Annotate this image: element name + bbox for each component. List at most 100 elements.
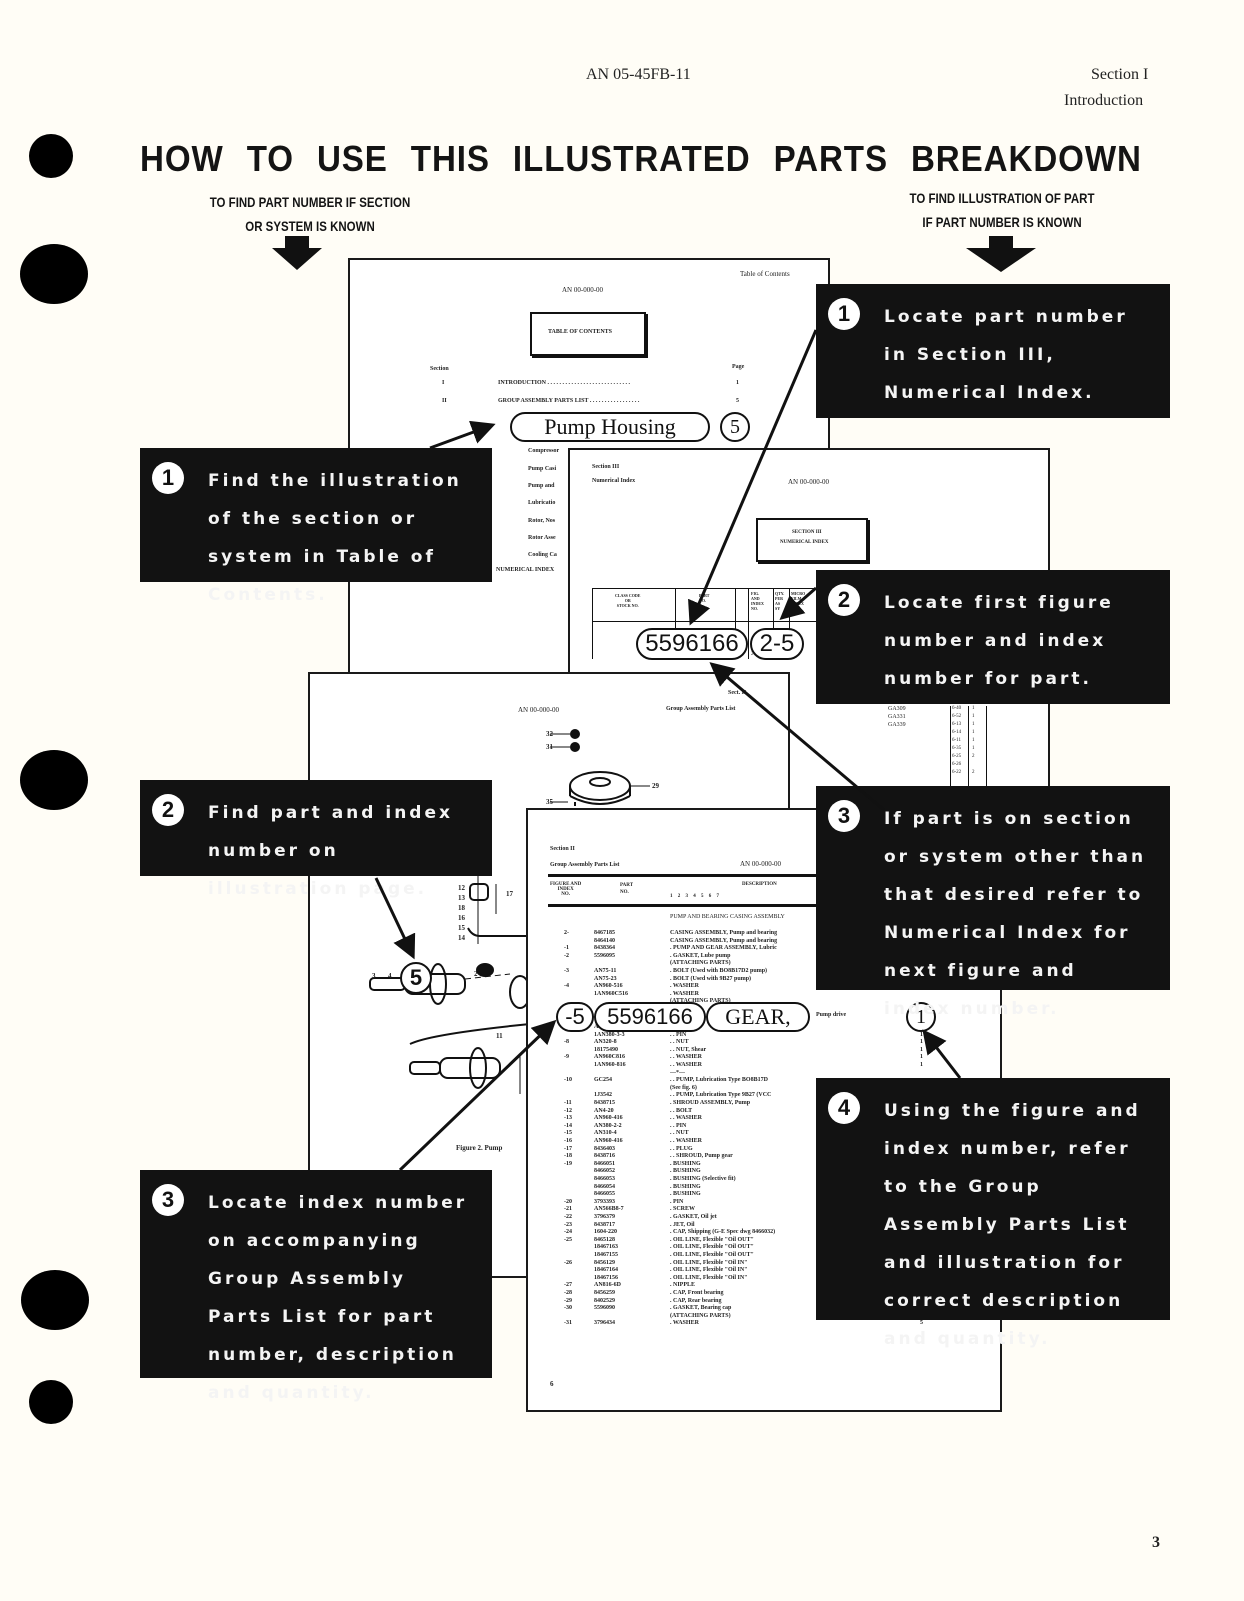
toc-entry-title[interactable]: INTRODUCTION [498,380,546,386]
row-index: -28 [564,1290,572,1296]
part-label: 35 [546,798,553,806]
row-part-number: 3796379 [594,1214,615,1220]
index-qty: 1 [972,738,975,743]
row-quantity: 1 [920,1031,923,1038]
row-description: . . WASHER [670,1138,702,1144]
row-description: . NIPPLE [670,1282,696,1289]
row-description: . . PLUG [670,1145,693,1152]
index-fig: 6-13 [952,722,962,727]
highlight-pump-housing[interactable]: Pump Housing [510,412,710,442]
row-part-number: 8438715 [594,1100,615,1106]
row-part-number: 18175490 [594,1046,618,1053]
index-part: GA331 [888,714,906,720]
row-description: . OIL LINE, Flexible "Oil OUT" [670,1244,754,1251]
col-class: CLASS CODE OR STOCK NO. [615,593,641,608]
row-part-number: 18467156 [594,1274,618,1281]
row-part-number: 1AN960C516 [594,990,628,997]
row-index: -19 [564,1160,572,1167]
row-part-number: 8464140 [594,937,615,944]
row-description: . OIL LINE, Flexible "Oil IN" [670,1267,748,1274]
row-part-number: 18467155 [594,1252,618,1258]
part-label: 11 [496,1032,503,1040]
col-micro: MICRO FILM INDEX [791,591,806,606]
row-part-number: 8466054 [594,1183,615,1190]
index-title-line: SECTION III [792,530,822,535]
row-description: . . PIN [670,1031,687,1038]
left-heading: TO FIND PART NUMBER IF SECTION OR SYSTEM… [203,190,416,238]
row-quantity: 1 [920,1046,923,1053]
toc-sub-entry: Lubricatio [528,500,556,506]
index-part: GA309 [888,706,906,712]
row-index: -8 [564,1039,569,1046]
row-description: . BOLT (Used with BO8B17D2 pump) [670,968,768,974]
row-index: -9 [564,1054,569,1061]
toc-entry-title[interactable]: GROUP ASSEMBLY PARTS LIST [498,398,588,404]
right-step-1: 1 Locate part number in Section III, Num… [816,284,1170,418]
row-description: . . NUT, Shear [670,1046,707,1053]
row-description: CASING ASSEMBLY, Pump and bearing [670,937,778,944]
punch-hole [29,134,73,178]
row-quantity: 1 [920,1062,923,1068]
toc-col-section: Section [430,366,449,372]
row-description: . CAP, Front bearing [670,1290,724,1296]
index-fig: 6-11 [952,738,961,743]
part-label: 14 [458,934,465,942]
page-number: 3 [1152,1534,1160,1551]
row-description: . WASHER [670,990,699,997]
row-part-number: 1J3542 [594,1092,612,1099]
step-number-badge: 4 [828,1092,860,1124]
row-part-number: AN960-416 [594,1138,623,1144]
index-doc-number: AN 00-000-00 [788,478,830,486]
part-label: 15 [458,924,465,932]
index-fig: 6-14 [952,730,962,735]
section-title: Introduction [1064,92,1144,109]
row-description: . BUSHING (Selective fit) [670,1176,736,1182]
index-fig: 6-52 [952,714,962,719]
step-text: Find part and index number on illustrati… [208,803,453,899]
part-label: 4 [388,972,392,980]
punch-hole [20,244,88,304]
row-part-number: 8466053 [594,1176,615,1182]
highlight-index-fig-number[interactable]: 2-5 [750,628,804,660]
toc-entry-link[interactable]: GROUP ASSEMBLY PARTS LIST . . . . . . . … [498,398,639,404]
row-part-number: 1AN960-816 [594,1062,626,1068]
row-description: . . PUMP, Lubrication Type BO8B17D [670,1077,768,1084]
row-description: . WASHER [670,1320,699,1327]
row-part-number: 18467163 [594,1244,618,1251]
row-part-number: 8466052 [594,1168,615,1175]
index-fig: 6-25 [952,754,962,759]
row-part-number: AN960-416 [594,1115,623,1122]
row-part-number: GC254 [594,1077,612,1084]
index-part: GA339 [888,722,906,728]
row-description: . BUSHING [670,1191,701,1198]
row-index: -23 [564,1221,572,1228]
toc-entry-section: I [442,380,445,386]
toc-col-page: Page [732,364,745,370]
toc-entry-link[interactable]: INTRODUCTION . . . . . . . . . . . . . .… [498,380,630,386]
row-description: . . WASHER [670,1054,702,1061]
row-index: -4 [564,983,569,990]
left-step-3: 3 Locate index number on accompanying Gr… [140,1170,492,1403]
highlight-list-part[interactable]: 5596166 [594,1002,706,1032]
row-part-number: AN566B8-7 [594,1206,624,1213]
parts-page-number: 6 [550,1380,554,1388]
step-text: If part is on section or system other th… [884,809,1147,1019]
toc-sub-entry: Compressor [528,448,560,454]
highlight-list-desc[interactable]: GEAR, [706,1002,810,1032]
part-label: 18 [458,904,465,912]
row-part-number: 8466051 [594,1160,615,1167]
row-part-number: 8438717 [594,1221,615,1228]
highlight-page-number: 5 [720,412,750,442]
highlight-list-index[interactable]: -5 [556,1002,594,1032]
step-text: Locate first figure number and index num… [884,593,1114,689]
row-description: . JET, Oil [670,1221,695,1228]
index-title-box: SECTION III NUMERICAL INDEX [756,518,868,562]
index-qty: 1 [972,722,975,727]
row-quantity: 1 [920,1039,923,1046]
highlight-index-part-number[interactable]: 5596166 [636,628,748,660]
part-label: 16 [458,914,465,922]
highlight-illustration-index[interactable]: 5 [400,962,432,994]
row-part-number: AN380-2-2 [594,1122,622,1129]
index-qty: 1 [972,706,975,711]
row-description: . PIN [670,1198,684,1205]
